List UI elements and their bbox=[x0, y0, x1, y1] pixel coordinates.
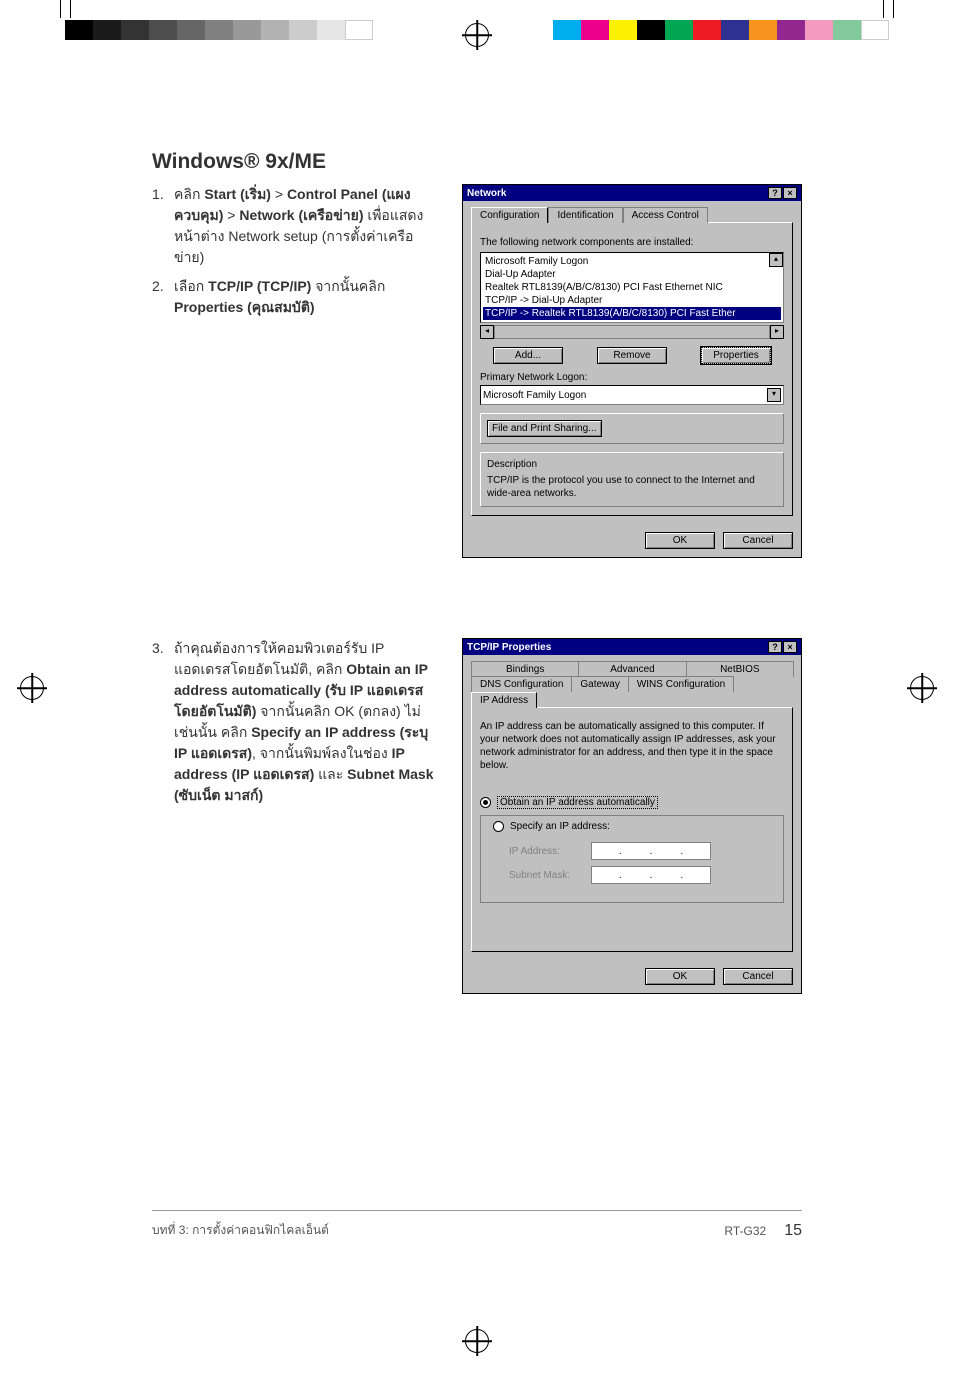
ip-address-label: IP Address: bbox=[509, 846, 579, 857]
ok-button[interactable]: OK bbox=[645, 532, 715, 549]
page-number: 15 bbox=[784, 1222, 802, 1240]
registration-mark-right bbox=[910, 676, 934, 700]
tcpip-dialog-title: TCP/IP Properties bbox=[467, 642, 551, 653]
tab-configuration[interactable]: Configuration bbox=[471, 207, 548, 223]
scroll-right-icon[interactable]: ▸ bbox=[770, 325, 784, 339]
step-3: 3. ถ้าคุณต้องการให้คอมพิวเตอร์รับ IP แอด… bbox=[152, 638, 442, 806]
ok-button[interactable]: OK bbox=[645, 968, 715, 985]
registration-mark-bottom bbox=[465, 1329, 489, 1353]
primary-logon-label: Primary Network Logon: bbox=[480, 372, 784, 383]
chevron-down-icon[interactable]: ▾ bbox=[767, 388, 781, 402]
scroll-left-icon[interactable]: ◂ bbox=[480, 325, 494, 339]
primary-logon-combo[interactable]: Microsoft Family Logon ▾ bbox=[480, 385, 784, 405]
ip-intro-text: An IP address can be automatically assig… bbox=[480, 720, 784, 772]
tab-access-control[interactable]: Access Control bbox=[623, 207, 708, 223]
subnet-mask-field[interactable]: ... bbox=[591, 866, 711, 884]
help-icon[interactable]: ? bbox=[768, 187, 782, 199]
page-footer: บทที่ 3: การตั้งค่าคอนฟิกไคลเอ็นต์ RT-G3… bbox=[152, 1210, 802, 1240]
tcpip-dialog: TCP/IP Properties ? × Bindings Advanced … bbox=[462, 638, 802, 994]
remove-button[interactable]: Remove bbox=[597, 347, 667, 364]
close-icon[interactable]: × bbox=[783, 187, 797, 199]
registration-mark-left bbox=[20, 676, 44, 700]
radio-obtain-auto[interactable]: Obtain an IP address automatically bbox=[480, 796, 784, 809]
tab-advanced[interactable]: Advanced bbox=[578, 661, 686, 677]
tab-dns[interactable]: DNS Configuration bbox=[471, 676, 572, 692]
help-icon[interactable]: ? bbox=[768, 641, 782, 653]
radio-specify[interactable]: Specify an IP address: bbox=[489, 821, 614, 832]
cancel-button[interactable]: Cancel bbox=[723, 532, 793, 549]
ip-address-field[interactable]: ... bbox=[591, 842, 711, 860]
cancel-button[interactable]: Cancel bbox=[723, 968, 793, 985]
step-2: 2. เลือก TCP/IP (TCP/IP) จากนั้นคลิก Pro… bbox=[152, 276, 442, 318]
radio-icon bbox=[480, 797, 491, 808]
tab-netbios[interactable]: NetBIOS bbox=[686, 661, 794, 677]
file-print-sharing-button[interactable]: File and Print Sharing... bbox=[487, 420, 602, 437]
components-label: The following network components are ins… bbox=[480, 237, 784, 248]
scroll-up-icon[interactable]: ▴ bbox=[769, 253, 783, 267]
close-icon[interactable]: × bbox=[783, 641, 797, 653]
list-item[interactable]: Dial-Up Adapter bbox=[483, 268, 781, 281]
registration-mark-top bbox=[465, 23, 489, 47]
list-item[interactable]: TCP/IP -> Dial-Up Adapter bbox=[483, 294, 781, 307]
description-text: TCP/IP is the protocol you use to connec… bbox=[487, 474, 777, 500]
list-item[interactable]: Realtek RTL8139(A/B/C/8130) PCI Fast Eth… bbox=[483, 281, 781, 294]
tab-gateway[interactable]: Gateway bbox=[571, 676, 628, 692]
add-button[interactable]: Add... bbox=[493, 347, 563, 364]
tab-ip-address[interactable]: IP Address bbox=[471, 692, 537, 708]
components-listbox[interactable]: ▴ Microsoft Family Logon Dial-Up Adapter… bbox=[480, 252, 784, 323]
tab-identification[interactable]: Identification bbox=[548, 207, 622, 223]
properties-button[interactable]: Properties bbox=[701, 347, 771, 364]
step-1: 1. คลิก Start (เริ่ม) > Control Panel (แ… bbox=[152, 184, 442, 268]
tcpip-dialog-titlebar[interactable]: TCP/IP Properties ? × bbox=[463, 639, 801, 655]
radio-icon bbox=[493, 821, 504, 832]
page-heading: Windows® 9x/ME bbox=[152, 150, 802, 174]
footer-chapter: บทที่ 3: การตั้งค่าคอนฟิกไคลเอ็นต์ bbox=[152, 1221, 329, 1240]
tab-bindings[interactable]: Bindings bbox=[471, 661, 579, 677]
network-dialog: Network ? × Configuration Identification… bbox=[462, 184, 802, 558]
footer-model: RT-G32 bbox=[724, 1224, 766, 1238]
subnet-mask-label: Subnet Mask: bbox=[509, 870, 579, 881]
radio-auto-label: Obtain an IP address automatically bbox=[497, 796, 658, 809]
list-item-selected[interactable]: TCP/IP -> Realtek RTL8139(A/B/C/8130) PC… bbox=[483, 307, 781, 320]
network-dialog-title: Network bbox=[467, 188, 506, 199]
description-label: Description bbox=[487, 459, 777, 470]
primary-logon-value: Microsoft Family Logon bbox=[483, 390, 586, 401]
list-item[interactable]: Microsoft Family Logon bbox=[483, 255, 781, 268]
tab-wins[interactable]: WINS Configuration bbox=[628, 676, 734, 692]
network-dialog-titlebar[interactable]: Network ? × bbox=[463, 185, 801, 201]
radio-specify-label: Specify an IP address: bbox=[510, 821, 610, 832]
horizontal-scrollbar[interactable]: ◂ ▸ bbox=[480, 325, 784, 339]
